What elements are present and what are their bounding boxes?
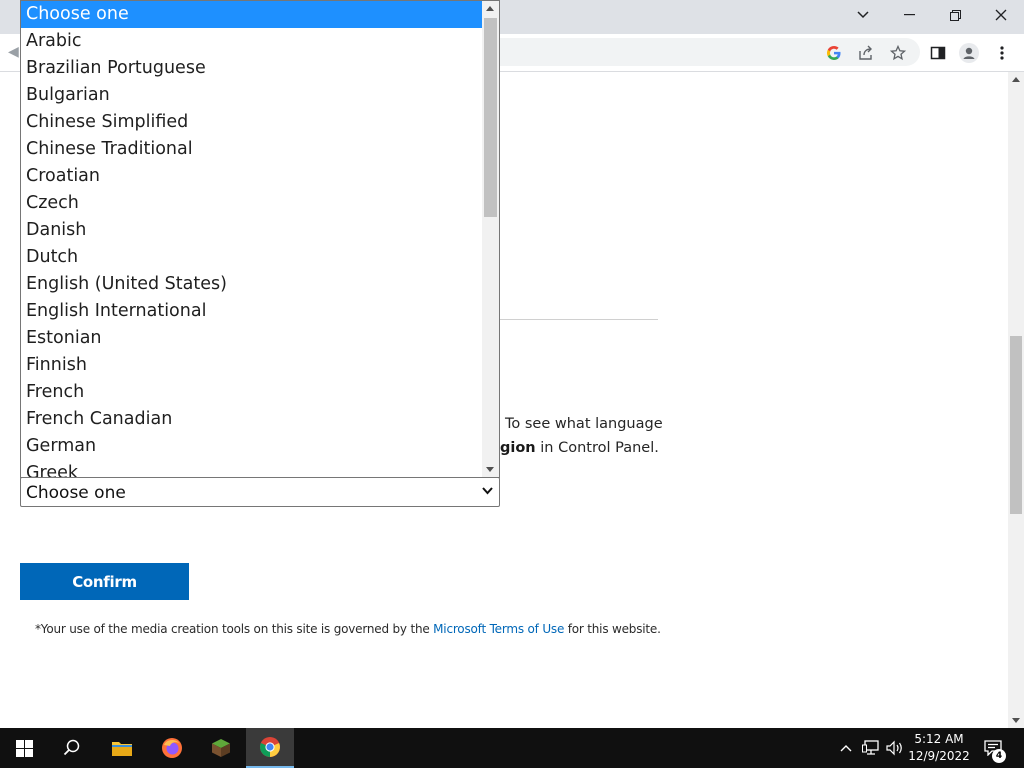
tab-search-icon[interactable] — [840, 0, 886, 30]
windows-start-icon[interactable] — [0, 728, 48, 768]
dropdown-scrollbar-thumb[interactable] — [484, 18, 497, 217]
confirm-button[interactable]: Confirm — [20, 563, 189, 600]
dropdown-option[interactable]: Chinese Traditional — [21, 136, 483, 163]
google-icon[interactable] — [823, 42, 845, 64]
language-instruction-line1: To see what language — [505, 416, 663, 432]
side-panel-icon[interactable] — [927, 42, 949, 64]
scroll-down-arrow-icon[interactable] — [1012, 718, 1020, 724]
dropdown-scrollbar[interactable] — [482, 1, 499, 477]
close-button[interactable] — [978, 0, 1024, 30]
language-select-value: Choose one — [26, 483, 126, 503]
page-scrollbar[interactable] — [1008, 72, 1024, 728]
control-panel-text: in Control Panel. — [535, 440, 659, 456]
system-clock[interactable]: 5:12 AM 12/9/2022 — [906, 731, 972, 765]
scroll-up-arrow-icon[interactable] — [1012, 76, 1020, 82]
page-scrollbar-thumb[interactable] — [1010, 336, 1022, 514]
language-select[interactable]: Choose one — [20, 477, 500, 507]
dropdown-option[interactable]: Croatian — [21, 163, 483, 190]
control-panel-bold-text: gion — [500, 440, 536, 456]
dropdown-scroll-up-icon[interactable] — [486, 5, 494, 11]
divider — [500, 319, 658, 320]
clock-time: 5:12 AM — [914, 732, 964, 746]
dropdown-option[interactable]: Czech — [21, 190, 483, 217]
restore-button[interactable] — [932, 0, 978, 30]
terms-notice: *Your use of the media creation tools on… — [35, 622, 661, 636]
volume-icon[interactable] — [885, 738, 905, 758]
dropdown-option[interactable]: Brazilian Portuguese — [21, 55, 483, 82]
dropdown-scroll-down-icon[interactable] — [486, 467, 494, 473]
dropdown-option[interactable]: Estonian — [21, 325, 483, 352]
search-icon[interactable] — [48, 728, 96, 768]
dropdown-option[interactable]: French Canadian — [21, 406, 483, 433]
minimize-button[interactable] — [886, 0, 932, 30]
star-icon[interactable] — [887, 42, 909, 64]
dropdown-option[interactable]: Choose one — [21, 1, 483, 28]
chevron-down-icon — [482, 487, 493, 495]
dropdown-option[interactable]: French — [21, 379, 483, 406]
clock-date: 12/9/2022 — [908, 749, 970, 763]
share-icon[interactable] — [855, 42, 877, 64]
back-arrow-icon[interactable]: ◀ — [8, 44, 19, 60]
dropdown-option[interactable]: Bulgarian — [21, 82, 483, 109]
chrome-icon[interactable] — [246, 728, 294, 768]
terms-prefix: *Your use of the media creation tools on… — [35, 622, 434, 636]
dropdown-options: Choose one Arabic Brazilian Portuguese Bulg… — [21, 1, 483, 477]
minecraft-icon[interactable] — [197, 728, 245, 768]
dropdown-option[interactable]: Arabic — [21, 28, 483, 55]
firefox-icon[interactable] — [148, 728, 196, 768]
menu-icon[interactable] — [991, 42, 1013, 64]
terms-suffix: for this website. — [564, 622, 661, 636]
dropdown-option[interactable]: Finnish — [21, 352, 483, 379]
profile-icon[interactable] — [958, 42, 980, 64]
file-explorer-icon[interactable] — [98, 728, 146, 768]
notification-count-badge: 4 — [992, 749, 1006, 763]
dropdown-option[interactable]: German — [21, 433, 483, 460]
terms-of-use-link[interactable]: Microsoft Terms of Use — [433, 622, 564, 636]
show-hidden-icons-chevron-icon[interactable] — [836, 738, 856, 758]
taskbar: 5:12 AM 12/9/2022 4 — [0, 728, 1024, 768]
dropdown-option[interactable]: Greek — [21, 460, 483, 477]
language-instruction-line2: gion in Control Panel. — [500, 440, 659, 456]
dropdown-option[interactable]: Danish — [21, 217, 483, 244]
dropdown-option[interactable]: Dutch — [21, 244, 483, 271]
dropdown-option[interactable]: Chinese Simplified — [21, 109, 483, 136]
dropdown-option[interactable]: English International — [21, 298, 483, 325]
language-dropdown-list[interactable]: Choose one Arabic Brazilian Portuguese Bulg… — [20, 0, 500, 478]
dropdown-option[interactable]: English (United States) — [21, 271, 483, 298]
network-icon[interactable] — [861, 738, 881, 758]
